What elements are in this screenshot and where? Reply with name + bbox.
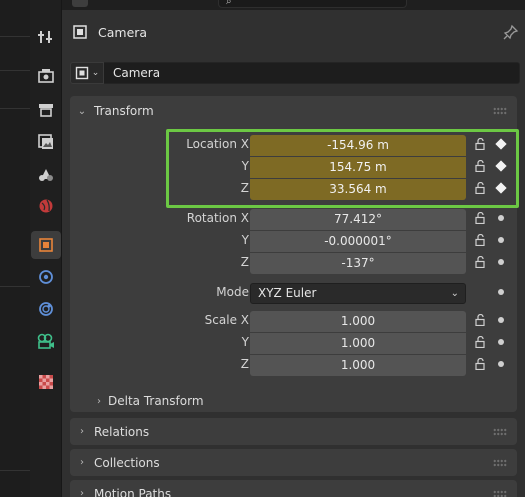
rotation-x-row: Rotation X 77.412°: [70, 208, 517, 230]
render-icon: [38, 69, 54, 83]
scale-x-row: Scale X 1.000: [70, 310, 517, 332]
drag-handle-icon[interactable]: [493, 459, 507, 467]
rotation-y-label: Y: [241, 233, 249, 247]
chevron-right-icon: ›: [97, 395, 101, 407]
rotation-mode-label: Mode: [216, 285, 249, 299]
tab-object-data[interactable]: [31, 327, 61, 355]
keyframe-dot-icon[interactable]: [498, 317, 504, 323]
editor-header: ⌕: [62, 0, 525, 10]
editor-type-button[interactable]: [72, 0, 88, 7]
keyframe-dot-icon[interactable]: [498, 215, 504, 221]
chevron-down-icon: ⌄: [450, 288, 459, 299]
modifier-icon: [39, 270, 53, 284]
delta-transform-header[interactable]: › Delta Transform: [90, 390, 204, 412]
texture-icon: [39, 375, 53, 389]
tab-object[interactable]: [31, 231, 61, 259]
camera-object-icon: [75, 66, 88, 80]
unlock-icon[interactable]: [475, 234, 487, 246]
chevron-right-icon: ›: [80, 426, 84, 437]
left-editor-gutter: [0, 0, 30, 497]
unlock-icon[interactable]: [475, 256, 487, 268]
relations-panel-header[interactable]: › Relations: [70, 418, 517, 445]
delta-transform-title: Delta Transform: [108, 394, 204, 408]
rotation-y-field[interactable]: -0.000001°: [250, 231, 466, 252]
scale-x-label: Scale X: [204, 313, 249, 327]
tab-output[interactable]: [31, 96, 61, 124]
motion-paths-panel-title: Motion Paths: [94, 486, 172, 497]
scale-x-field[interactable]: 1.000: [250, 311, 466, 332]
unlock-icon[interactable]: [475, 358, 487, 370]
relations-panel-title: Relations: [94, 424, 150, 439]
keyframe-dot-icon[interactable]: [498, 361, 504, 367]
unlock-icon[interactable]: [475, 314, 487, 326]
world-icon: [39, 199, 53, 213]
object-icon: [73, 25, 87, 39]
scale-z-field[interactable]: 1.000: [250, 355, 466, 376]
unlock-icon[interactable]: [475, 212, 487, 224]
object-type-dropdown[interactable]: ⌄: [70, 62, 104, 84]
transform-panel-header[interactable]: ⌄ Transform: [70, 96, 517, 126]
object-name-field[interactable]: Camera: [104, 62, 520, 84]
unlock-icon[interactable]: [475, 336, 487, 348]
collections-panel-header[interactable]: › Collections: [70, 449, 517, 476]
tab-modifiers[interactable]: [31, 263, 61, 291]
scale-y-row: Y 1.000: [70, 332, 517, 354]
physics-icon: [39, 302, 53, 316]
scene-icon: [39, 169, 53, 181]
tab-texture[interactable]: [31, 368, 61, 396]
scale-z-row: Z 1.000: [70, 354, 517, 376]
scale-z-label: Z: [240, 357, 249, 371]
output-icon: [39, 104, 53, 117]
motion-paths-panel-header[interactable]: › Motion Paths: [70, 480, 517, 497]
object-title: Camera: [98, 24, 148, 40]
rotation-y-row: Y -0.000001°: [70, 230, 517, 252]
object-context-header: Camera: [72, 20, 147, 44]
tab-view-layer[interactable]: [31, 128, 61, 156]
search-icon: ⌕: [226, 0, 232, 7]
object-name-row: ⌄ Camera: [70, 62, 520, 86]
chevron-right-icon: ›: [80, 457, 84, 468]
tool-icon: [38, 31, 52, 43]
transform-panel-title: Transform: [94, 104, 154, 118]
rotation-mode-value: XYZ Euler: [258, 286, 317, 300]
properties-tab-bar: [30, 0, 62, 497]
rotation-x-label: Rotation X: [186, 211, 249, 225]
rotation-mode-row: Mode XYZ Euler ⌄: [70, 282, 517, 304]
tab-scene[interactable]: [31, 160, 61, 188]
chevron-down-icon: ⌄: [77, 105, 87, 117]
scale-y-label: Y: [241, 335, 249, 349]
camera-data-icon: [37, 333, 54, 349]
rotation-z-field[interactable]: -137°: [250, 253, 466, 274]
keyframe-dot-icon[interactable]: [498, 259, 504, 265]
scale-y-field[interactable]: 1.000: [250, 333, 466, 354]
motion-paths-panel: › Motion Paths: [70, 480, 517, 497]
rotation-x-field[interactable]: 77.412°: [250, 209, 466, 230]
tab-world[interactable]: [31, 192, 61, 220]
collections-panel-title: Collections: [94, 455, 160, 470]
drag-handle-icon[interactable]: [493, 428, 507, 436]
rotation-mode-dropdown[interactable]: XYZ Euler ⌄: [250, 283, 466, 304]
properties-editor: Camera ⌄ Camera ⌄ Transform Location X -…: [62, 10, 525, 497]
drag-handle-icon[interactable]: [493, 107, 507, 115]
keyframe-dot-icon[interactable]: [498, 339, 504, 345]
rotation-z-label: Z: [240, 255, 249, 269]
location-highlight-box: [166, 129, 519, 208]
relations-panel: › Relations: [70, 418, 517, 445]
tab-render[interactable]: [31, 62, 61, 90]
drag-handle-icon[interactable]: [493, 490, 507, 497]
chevron-down-icon: ⌄: [91, 68, 100, 78]
collections-panel: › Collections: [70, 449, 517, 476]
object-icon: [39, 238, 53, 252]
keyframe-dot-icon[interactable]: [498, 289, 504, 295]
pin-icon[interactable]: [503, 24, 519, 40]
rotation-z-row: Z -137°: [70, 252, 517, 274]
view-layer-icon: [38, 134, 53, 149]
tab-tool[interactable]: [31, 23, 61, 51]
keyframe-dot-icon[interactable]: [498, 237, 504, 243]
search-field[interactable]: [218, 0, 407, 8]
tab-physics[interactable]: [31, 295, 61, 323]
chevron-right-icon: ›: [80, 488, 84, 497]
